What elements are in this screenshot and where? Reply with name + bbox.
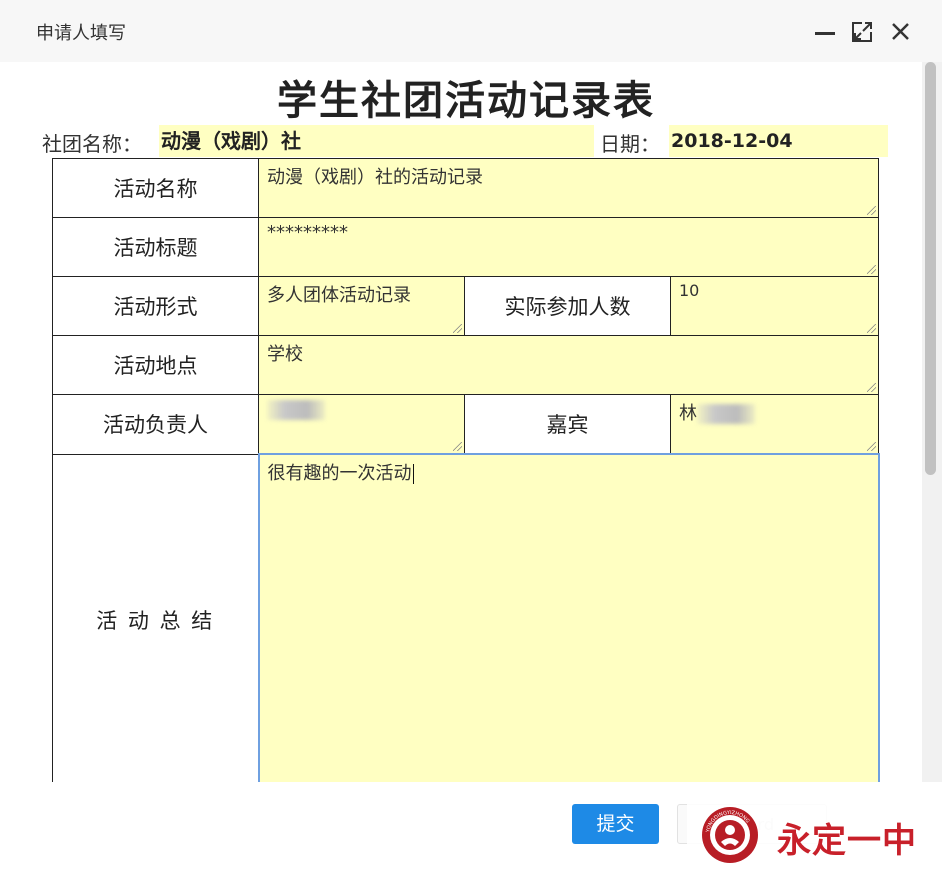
activity-name-label: 活动名称 (52, 158, 259, 218)
summary-field[interactable]: 很有趣的一次活动 (257, 453, 880, 782)
participants-text: 10 (679, 281, 700, 300)
leader-text (259, 395, 464, 424)
resize-grip-icon[interactable] (867, 324, 877, 333)
table-row: 活动标题 ********* (52, 217, 880, 277)
activity-form-field[interactable]: 多人团体活动记录 (258, 276, 465, 336)
date-label: 日期： (600, 132, 660, 156)
summary-text: 很有趣的一次活动 (267, 463, 414, 484)
watermark: YONGDINGYIZHONG 永定一中 (687, 803, 937, 869)
dialog-window: 申请人填写 学生社团活动记录表 社团名称： 动漫（戏剧）社 日期： 2018-1… (0, 0, 942, 869)
participants-field[interactable]: 10 (669, 276, 880, 336)
activity-name-field[interactable]: 动漫（戏剧）社的活动记录 (257, 158, 880, 218)
vertical-scrollbar[interactable] (922, 62, 942, 782)
leader-label: 活动负责人 (52, 394, 259, 455)
table-row: 活动负责人 嘉宾 林 (52, 394, 880, 455)
watermark-text: 永定一中 (777, 821, 917, 861)
table-row: 活动形式 多人团体活动记录 实际参加人数 10 (52, 276, 880, 336)
resize-grip-icon[interactable] (867, 442, 877, 451)
record-table: 活动名称 动漫（戏剧）社的活动记录 活动标题 ********* 活动形式 多人… (52, 158, 880, 782)
resize-grip-icon[interactable] (867, 265, 877, 274)
activity-title-field[interactable]: ********* (257, 217, 880, 277)
resize-grip-icon[interactable] (867, 383, 877, 392)
guest-field[interactable]: 林 (669, 394, 880, 455)
minimize-icon[interactable] (812, 16, 838, 46)
table-row: 活 动 总 结 很有趣的一次活动 (52, 453, 880, 782)
guest-label: 嘉宾 (464, 394, 671, 455)
location-field[interactable]: 学校 (257, 335, 880, 395)
dialog-title: 申请人填写 (36, 23, 126, 44)
submit-button[interactable]: 提交 (572, 804, 659, 844)
leader-field[interactable] (258, 394, 465, 455)
school-logo-icon: YONGDINGYIZHONG (702, 807, 758, 863)
close-icon[interactable] (888, 16, 914, 46)
activity-form-label: 活动形式 (52, 276, 259, 336)
activity-form-text: 多人团体活动记录 (267, 285, 411, 306)
activity-title-label: 活动标题 (52, 217, 259, 277)
guest-text: 林 (671, 395, 878, 429)
redacted-mask (267, 400, 325, 420)
resize-grip-icon[interactable] (453, 324, 462, 333)
date-field[interactable]: 2018-12-04 (669, 125, 888, 157)
activity-title-text: ********* (267, 222, 348, 243)
text-caret (412, 464, 414, 484)
redacted-mask (697, 404, 755, 424)
dialog-titlebar: 申请人填写 (0, 0, 942, 63)
location-text: 学校 (267, 344, 303, 365)
summary-label: 活 动 总 结 (52, 453, 259, 782)
table-row: 活动地点 学校 (52, 335, 880, 395)
activity-name-text: 动漫（戏剧）社的活动记录 (267, 167, 483, 188)
club-name-label: 社团名称： (42, 132, 142, 156)
club-name-field[interactable]: 动漫（戏剧）社 (159, 125, 594, 157)
table-row: 活动名称 动漫（戏剧）社的活动记录 (52, 158, 880, 218)
form-content: 学生社团活动记录表 社团名称： 动漫（戏剧）社 日期： 2018-12-04 活… (0, 62, 922, 782)
form-title: 学生社团活动记录表 (277, 77, 655, 124)
maximize-icon[interactable] (849, 16, 875, 46)
location-label: 活动地点 (52, 335, 259, 395)
resize-grip-icon[interactable] (453, 442, 462, 451)
scrollbar-thumb[interactable] (925, 62, 936, 475)
participants-label: 实际参加人数 (464, 276, 671, 336)
resize-grip-icon[interactable] (867, 206, 877, 215)
